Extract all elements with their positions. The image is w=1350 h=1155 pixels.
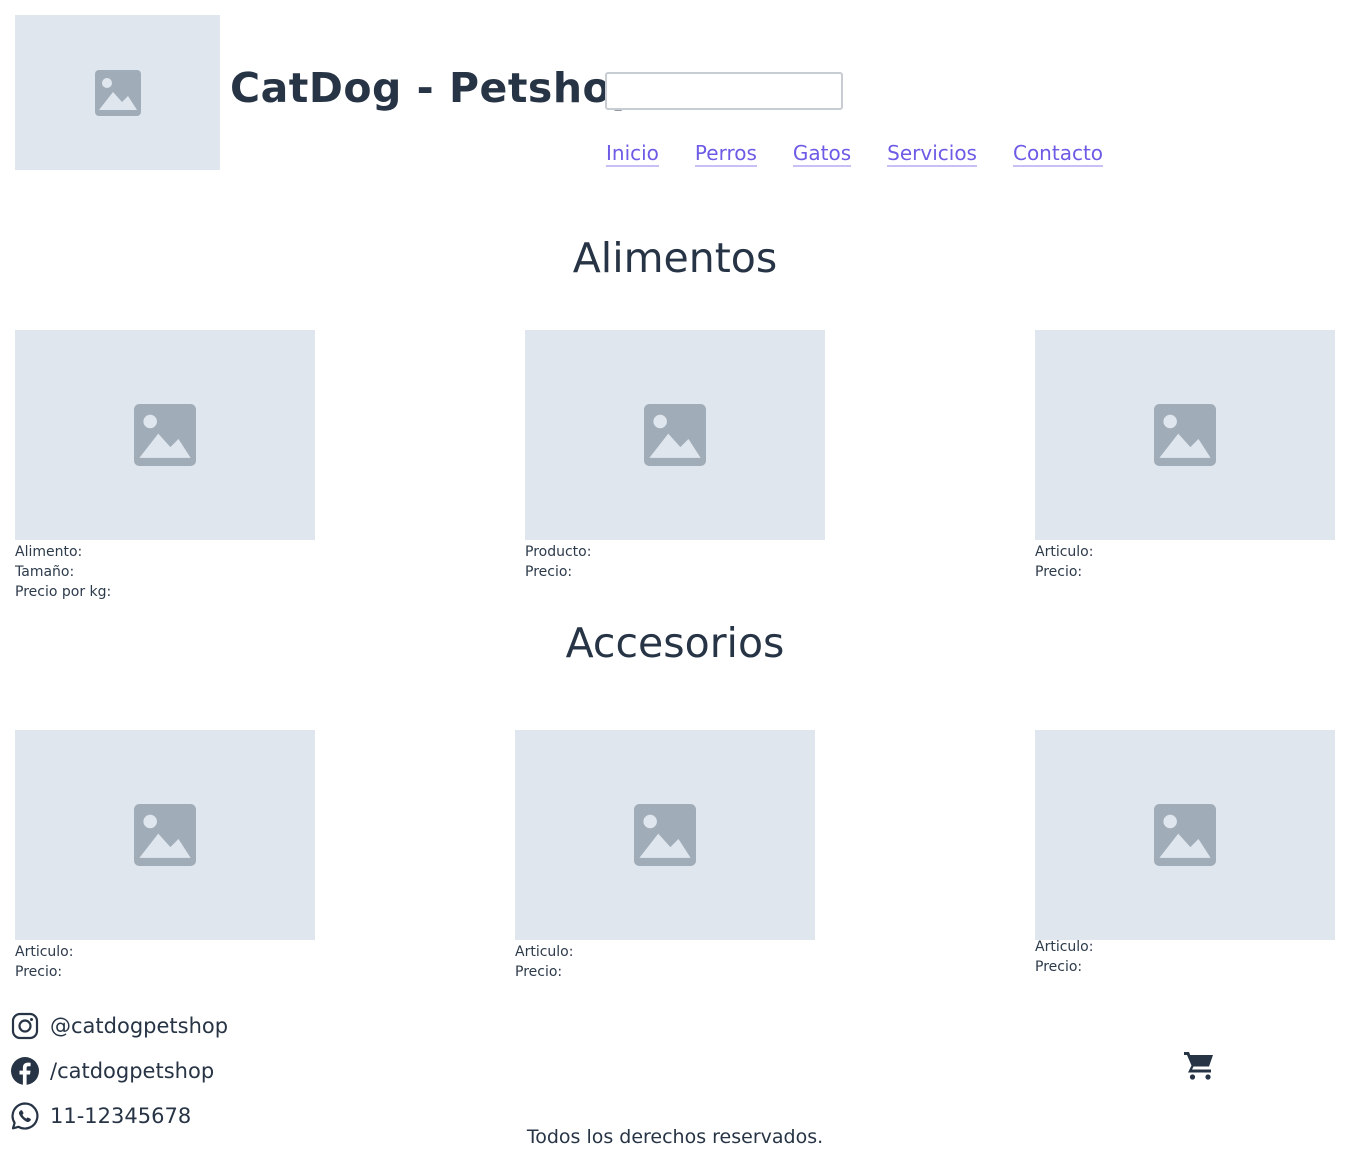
product-image [1035, 730, 1335, 940]
nav-link-inicio[interactable]: Inicio [606, 141, 659, 167]
product-field: Alimento: [15, 544, 83, 560]
product-card[interactable]: Alimento: Tamaño: Precio por kg: [15, 330, 315, 602]
product-field: Producto: [525, 544, 592, 560]
product-info: Alimento: Tamaño: Precio por kg: [15, 542, 315, 602]
product-field: Tamaño: [15, 564, 75, 580]
social-instagram[interactable]: @catdogpetshop [10, 1003, 228, 1048]
social-label: 11-12345678 [50, 1103, 192, 1128]
product-card[interactable]: Articulo: Precio: [1035, 730, 1335, 977]
product-field: Precio por kg: [15, 584, 112, 600]
social-label: @catdogpetshop [50, 1013, 229, 1038]
product-field: Precio: [1035, 564, 1083, 580]
search-input[interactable] [605, 72, 843, 110]
social-facebook[interactable]: /catdogpetshop [10, 1048, 228, 1093]
product-card[interactable]: Articulo: Precio: [15, 730, 315, 982]
nav-link-perros[interactable]: Perros [694, 141, 757, 167]
product-image [1035, 330, 1335, 540]
image-placeholder-icon [134, 804, 196, 866]
product-info: Producto: Precio: [525, 542, 825, 582]
section-title-alimentos: Alimentos [572, 234, 778, 282]
facebook-icon [10, 1056, 40, 1086]
product-field: Articulo: [15, 944, 74, 960]
product-field: Precio: [15, 964, 63, 980]
nav-link-contacto[interactable]: Contacto [1012, 141, 1104, 167]
nav-link-servicios[interactable]: Servicios [887, 141, 977, 167]
product-info: Articulo: Precio: [15, 942, 315, 982]
product-image [525, 330, 825, 540]
product-card[interactable]: Producto: Precio: [525, 330, 825, 582]
image-placeholder-icon [1154, 404, 1216, 466]
instagram-icon [10, 1011, 40, 1041]
logo-image [15, 15, 220, 170]
product-image [15, 730, 315, 940]
image-placeholder-icon [644, 404, 706, 466]
product-field: Articulo: [1035, 544, 1094, 560]
image-placeholder-icon [634, 804, 696, 866]
copyright-text: Todos los derechos reservados. [526, 1126, 824, 1148]
product-image [15, 330, 315, 540]
product-image [515, 730, 815, 940]
main-nav: Inicio Perros Gatos Servicios Contacto [606, 141, 1139, 167]
product-field: Precio: [515, 964, 563, 980]
product-info: Articulo: Precio: [515, 942, 815, 982]
shopping-cart-icon[interactable] [1182, 1048, 1216, 1082]
image-placeholder-icon [1154, 804, 1216, 866]
nav-link-gatos[interactable]: Gatos [792, 141, 852, 167]
image-placeholder-icon [94, 69, 141, 116]
site-title: CatDog - Petshop [230, 64, 642, 112]
product-field: Precio: [525, 564, 573, 580]
product-info: Articulo: Precio: [1035, 542, 1335, 582]
product-card[interactable]: Articulo: Precio: [515, 730, 815, 982]
social-label: /catdogpetshop [50, 1058, 215, 1083]
section-title-accesorios: Accesorios [565, 619, 785, 667]
image-placeholder-icon [134, 404, 196, 466]
product-field: Articulo: [515, 944, 574, 960]
product-card[interactable]: Articulo: Precio: [1035, 330, 1335, 582]
product-info: Articulo: Precio: [1035, 937, 1335, 977]
product-field: Articulo: [1035, 939, 1094, 955]
product-field: Precio: [1035, 959, 1083, 975]
footer-social: @catdogpetshop /catdogpetshop 11-1234567… [10, 1003, 228, 1138]
